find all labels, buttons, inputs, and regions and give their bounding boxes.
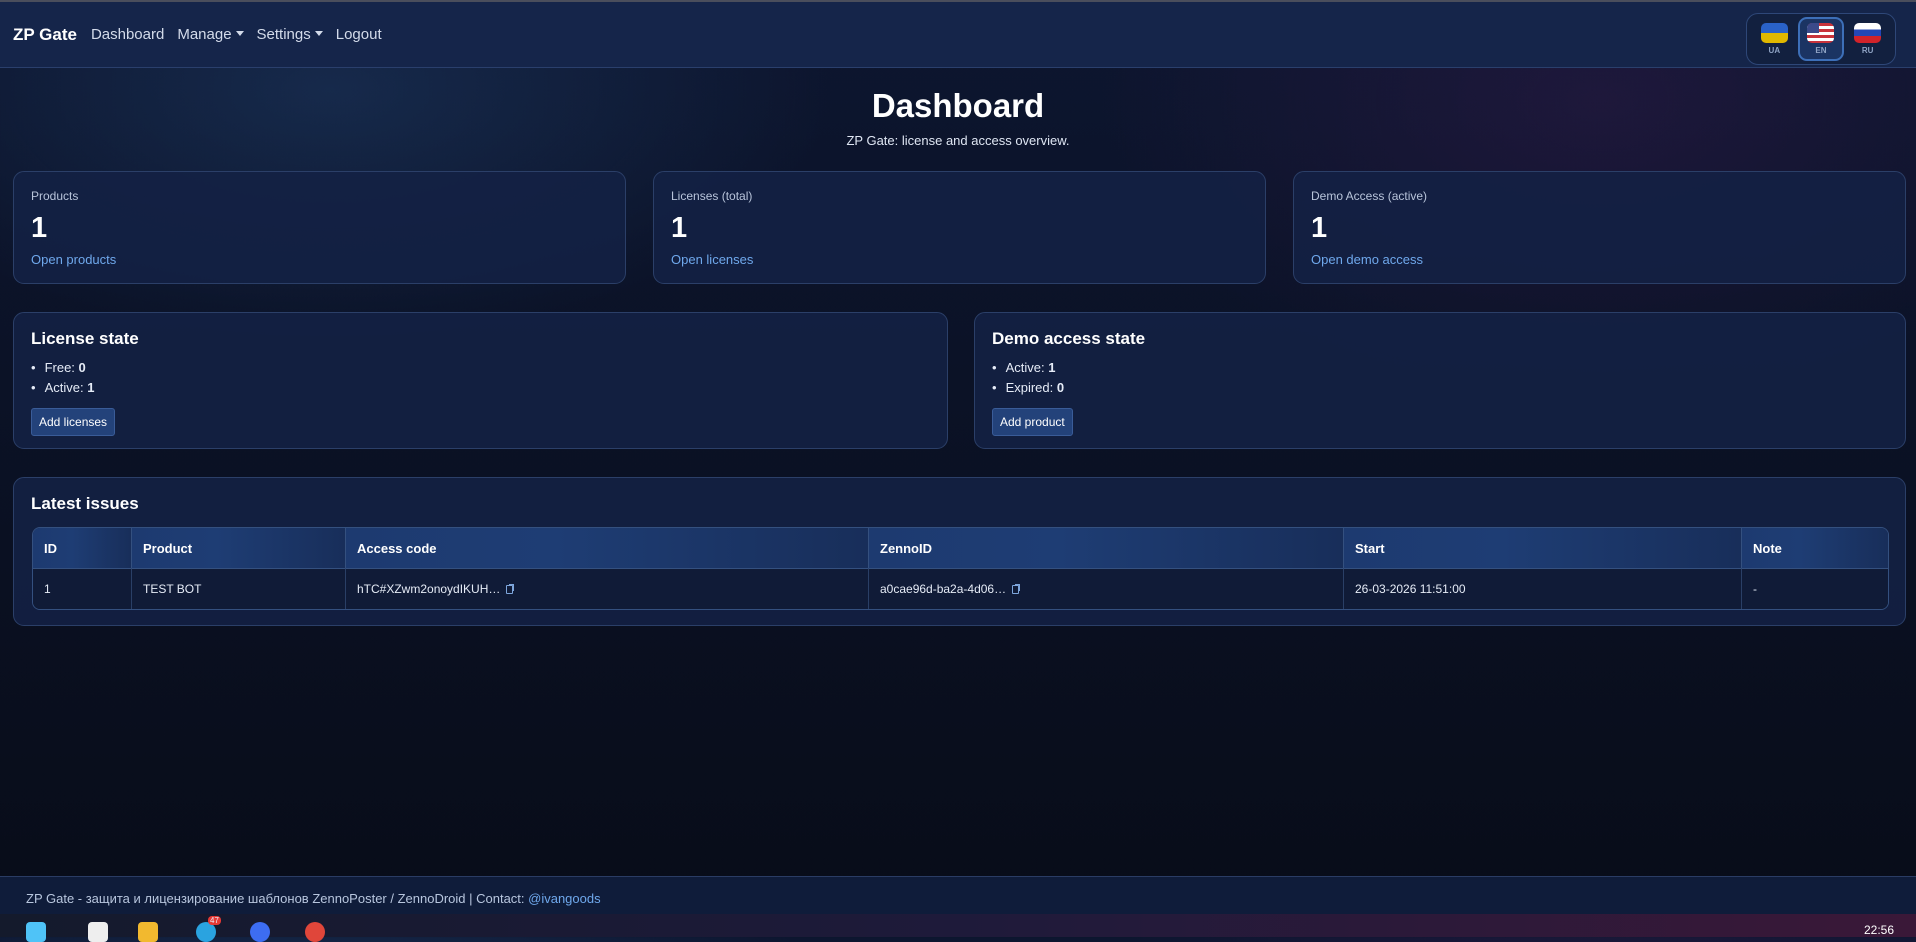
- nav-settings-label: Settings: [256, 26, 311, 43]
- windows-start-icon[interactable]: [26, 922, 46, 942]
- stat-card-licenses: Licenses (total) 1 Open licenses: [653, 171, 1266, 284]
- stat-label: Demo Access (active): [1311, 189, 1428, 203]
- stat-card-demo-access: Demo Access (active) 1 Open demo access: [1293, 171, 1906, 284]
- demo-state-list: Active: 1 Expired: 0: [992, 358, 1065, 398]
- nav-settings[interactable]: Settings: [257, 26, 323, 43]
- stat-value: 1: [671, 212, 688, 244]
- contact-link[interactable]: @ivangoods: [528, 891, 600, 906]
- caret-down-icon: [235, 31, 244, 36]
- telegram-icon[interactable]: 47: [196, 916, 221, 942]
- issues-table: ID Product Access code ZennoID Start Not…: [32, 527, 1889, 610]
- nav-logout[interactable]: Logout: [336, 26, 382, 43]
- add-product-button[interactable]: Add product: [992, 408, 1073, 436]
- list-item: Free: 0: [31, 358, 94, 378]
- cell-zennoid: a0cae96d-ba2a-4d06…: [869, 568, 1344, 609]
- lang-ua[interactable]: UA: [1751, 17, 1797, 61]
- lang-label: RU: [1861, 46, 1874, 55]
- license-state-card: License state Free: 0 Active: 1 Add lice…: [13, 312, 948, 449]
- stat-label: Licenses (total): [671, 189, 753, 203]
- col-note: Note: [1742, 528, 1888, 568]
- lang-en[interactable]: EN: [1797, 17, 1844, 61]
- item-label: Active:: [1005, 360, 1045, 375]
- item-value: 1: [1048, 360, 1056, 375]
- card-title: Latest issues: [31, 494, 139, 513]
- col-access-code: Access code: [346, 528, 869, 568]
- lang-label: UA: [1768, 46, 1781, 55]
- ukraine-flag-icon: [1760, 23, 1788, 43]
- footer-text: ZP Gate - защита и лицензирование шаблон…: [26, 891, 529, 906]
- lang-label: EN: [1815, 46, 1827, 55]
- footer: ZP Gate - защита и лицензирование шаблон…: [0, 876, 1916, 914]
- cell-note: -: [1742, 568, 1888, 609]
- item-value: 0: [1056, 380, 1065, 395]
- cell-product: TEST BOT: [132, 568, 346, 609]
- nav-manage[interactable]: Manage: [177, 26, 244, 43]
- russia-flag-icon: [1854, 23, 1882, 43]
- col-zennoid: ZennoID: [869, 528, 1344, 568]
- page-title: Dashboard: [871, 87, 1045, 124]
- copy-icon[interactable]: [1012, 585, 1020, 594]
- us-flag-icon: [1807, 23, 1835, 43]
- nav-dashboard[interactable]: Dashboard: [91, 26, 164, 43]
- lang-ru[interactable]: RU: [1845, 17, 1891, 61]
- stat-value: 1: [31, 212, 48, 244]
- language-switcher: UA EN RU: [1746, 13, 1896, 65]
- notification-badge: 47: [208, 916, 221, 925]
- item-label: Free:: [44, 360, 75, 375]
- copy-icon[interactable]: [506, 585, 514, 594]
- cell-id: 1: [33, 568, 132, 609]
- list-item: Expired: 0: [992, 378, 1065, 398]
- add-licenses-button[interactable]: Add licenses: [31, 408, 116, 436]
- clock: 22:56: [1863, 923, 1894, 937]
- stat-value: 1: [1311, 212, 1328, 244]
- item-label: Expired:: [1005, 380, 1054, 395]
- list-item: Active: 1: [31, 378, 95, 398]
- app-icon[interactable]: [250, 922, 270, 942]
- cell-access-code: hTC#XZwm2onoydIKUH…: [346, 568, 869, 609]
- demo-access-state-card: Demo access state Active: 1 Expired: 0 A…: [974, 312, 1906, 449]
- page-subtitle: ZP Gate: license and access overview.: [846, 133, 1070, 148]
- item-value: 0: [78, 360, 86, 375]
- latest-issues-card: Latest issues ID Product Access code Zen…: [13, 477, 1906, 626]
- table-row: 1 TEST BOT hTC#XZwm2onoydIKUH… a0cae96d-…: [33, 568, 1888, 609]
- app-icon[interactable]: [88, 922, 108, 942]
- cell-start: 26-03-2026 11:51:00: [1344, 568, 1742, 609]
- open-licenses-link[interactable]: Open licenses: [671, 252, 753, 267]
- brand-logo[interactable]: ZP Gate: [13, 25, 77, 45]
- caret-down-icon: [314, 31, 323, 36]
- file-explorer-icon[interactable]: [138, 922, 158, 942]
- open-products-link[interactable]: Open products: [31, 252, 116, 267]
- open-demo-access-link[interactable]: Open demo access: [1311, 252, 1423, 267]
- col-start: Start: [1344, 528, 1742, 568]
- item-label: Active:: [44, 380, 84, 395]
- chrome-icon[interactable]: [305, 922, 325, 942]
- list-item: Active: 1: [992, 358, 1064, 378]
- zennoid-value: a0cae96d-ba2a-4d06…: [880, 582, 1007, 596]
- navbar: ZP Gate Dashboard Manage Settings Logout…: [0, 2, 1916, 68]
- access-code-value: hTC#XZwm2onoydIKUH…: [357, 582, 501, 596]
- col-product: Product: [132, 528, 346, 568]
- nav-manage-label: Manage: [177, 26, 232, 43]
- card-title: License state: [31, 329, 139, 348]
- stat-card-products: Products 1 Open products: [13, 171, 626, 284]
- taskbar: 47 22:56: [0, 914, 1916, 942]
- item-value: 1: [87, 380, 95, 395]
- card-title: Demo access state: [992, 329, 1146, 348]
- col-id: ID: [33, 528, 132, 568]
- stat-label: Products: [31, 189, 79, 203]
- license-state-list: Free: 0 Active: 1: [31, 358, 95, 398]
